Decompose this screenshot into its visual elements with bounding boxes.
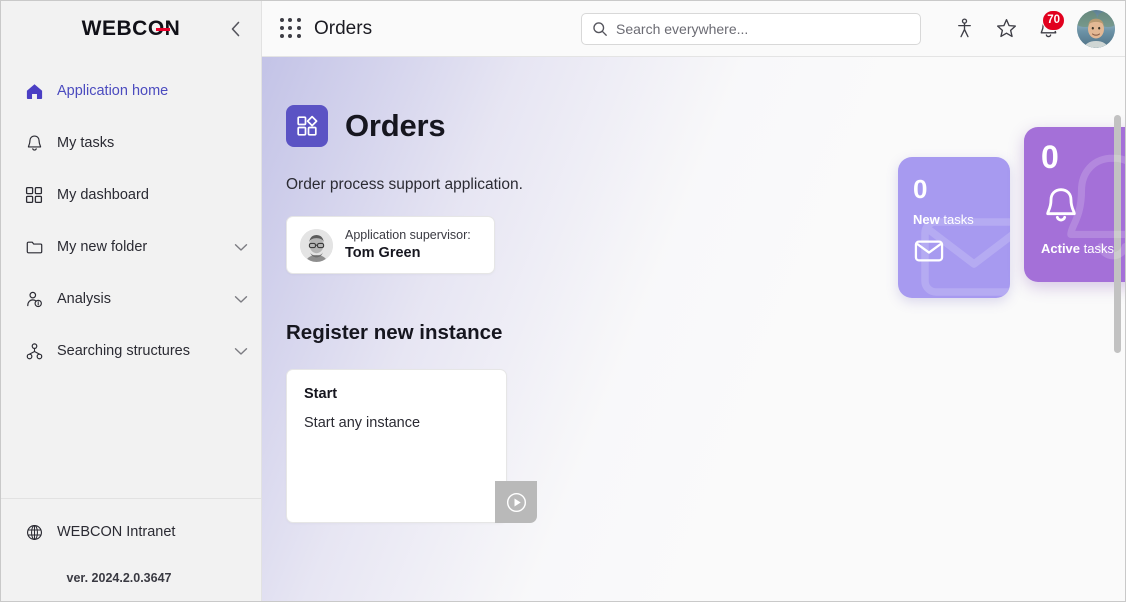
play-circle-icon	[506, 492, 526, 512]
envelope-icon	[914, 240, 944, 262]
sidebar-header: WEBCON	[1, 1, 261, 57]
user-info-icon	[23, 288, 45, 310]
sidebar-item-application-home[interactable]: Application home	[1, 71, 261, 111]
content-inner: Orders Order process support application…	[262, 57, 1125, 523]
sidebar-item-analysis[interactable]: Analysis	[1, 279, 261, 319]
folder-icon	[23, 236, 45, 258]
tile-count: 0	[913, 174, 928, 204]
notifications-button[interactable]: 70	[1029, 9, 1067, 48]
start-instance-button[interactable]	[495, 481, 537, 523]
tile-label-rest: tasks	[939, 212, 974, 227]
content-area: Orders Order process support application…	[262, 57, 1125, 601]
sidebar-item-label: Application home	[57, 83, 169, 99]
supervisor-role-label: Application supervisor:	[345, 227, 471, 242]
sidebar-item-label: My dashboard	[57, 187, 149, 203]
search-input[interactable]	[616, 20, 910, 37]
topbar-actions: 70	[945, 9, 1115, 48]
user-avatar[interactable]	[1077, 9, 1115, 48]
tile-label-strong: Active	[1041, 241, 1081, 256]
sidebar-item-label: Searching structures	[57, 343, 190, 359]
sidebar-version-text: ver. 2024.2.0.3647	[66, 571, 172, 585]
accessibility-icon	[957, 18, 971, 38]
webcon-logo[interactable]: WEBCON	[82, 17, 181, 41]
sidebar-nav: Application home My tasks My dashboard M…	[1, 57, 261, 383]
sidebar-footer: WEBCON Intranet ver. 2024.2.0.3647	[1, 498, 261, 601]
sidebar-item-webcon-intranet[interactable]: WEBCON Intranet	[1, 517, 261, 547]
application-supervisor-card[interactable]: Application supervisor: Tom Green	[286, 216, 495, 274]
sidebar-collapse-button[interactable]	[221, 15, 249, 43]
task-tiles: 0 New tasks 0 Active tasks	[898, 127, 1125, 347]
chevron-down-icon[interactable]	[233, 239, 249, 255]
chevron-down-icon[interactable]	[233, 343, 249, 359]
application-grid-icon	[297, 115, 318, 136]
sidebar-item-label: My new folder	[57, 239, 148, 255]
home-icon	[23, 80, 45, 102]
search-box[interactable]	[581, 12, 921, 45]
accessibility-button[interactable]	[945, 10, 983, 48]
sidebar-item-label: My tasks	[57, 135, 115, 151]
start-card-subtitle: Start any instance	[304, 415, 421, 431]
supervisor-avatar	[300, 228, 333, 262]
favorite-button[interactable]	[987, 10, 1025, 48]
start-card-title: Start	[304, 386, 338, 402]
start-instance-card[interactable]: Start Start any instance	[286, 369, 537, 523]
supervisor-name: Tom Green	[345, 244, 421, 261]
sidebar: WEBCON Application home My tasks My dash…	[1, 1, 262, 601]
tile-new-tasks[interactable]: 0 New tasks	[898, 157, 1010, 298]
application-tile-icon	[286, 105, 328, 147]
supervisor-text: Application supervisor: Tom Green	[345, 227, 471, 263]
notification-count-badge: 70	[1042, 9, 1065, 31]
sidebar-item-label: Analysis	[57, 291, 111, 307]
page-title: Orders	[345, 108, 446, 143]
dashboard-grid-icon	[23, 184, 45, 206]
globe-icon	[23, 521, 45, 543]
sidebar-item-my-dashboard[interactable]: My dashboard	[1, 175, 261, 215]
avatar-photo	[1077, 9, 1115, 48]
sidebar-intranet-label: WEBCON Intranet	[57, 524, 176, 540]
tile-label-strong: New	[913, 212, 940, 227]
chevron-down-icon[interactable]	[233, 291, 249, 307]
tile-label: Active tasks	[1041, 241, 1114, 256]
breadcrumb-title: Orders	[314, 17, 373, 39]
search-container	[581, 12, 921, 45]
logo-accent-dash	[155, 28, 170, 31]
chevron-left-icon	[231, 21, 239, 37]
application-window: WEBCON Application home My tasks My dash…	[0, 0, 1126, 602]
bell-icon	[23, 132, 45, 154]
sidebar-item-searching-structures[interactable]: Searching structures	[1, 331, 261, 371]
supervisor-photo	[300, 228, 333, 262]
tile-label-rest: tasks	[1080, 241, 1114, 256]
app-launcher-icon[interactable]	[280, 17, 302, 40]
tile-label: New tasks	[913, 212, 974, 227]
star-icon	[996, 19, 1016, 38]
tile-count: 0	[1041, 139, 1059, 175]
sidebar-item-my-tasks[interactable]: My tasks	[1, 123, 261, 163]
org-structure-icon	[23, 340, 45, 362]
tile-active-tasks[interactable]: 0 Active tasks	[1024, 127, 1125, 282]
search-icon	[593, 21, 607, 36]
main-area: Orders Search everywhere... 70 Orders Or…	[262, 1, 1125, 601]
sidebar-item-my-new-folder[interactable]: My new folder	[1, 227, 261, 267]
bell-icon	[1046, 188, 1076, 222]
top-navigation-bar: Orders Search everywhere... 70	[262, 1, 1125, 57]
